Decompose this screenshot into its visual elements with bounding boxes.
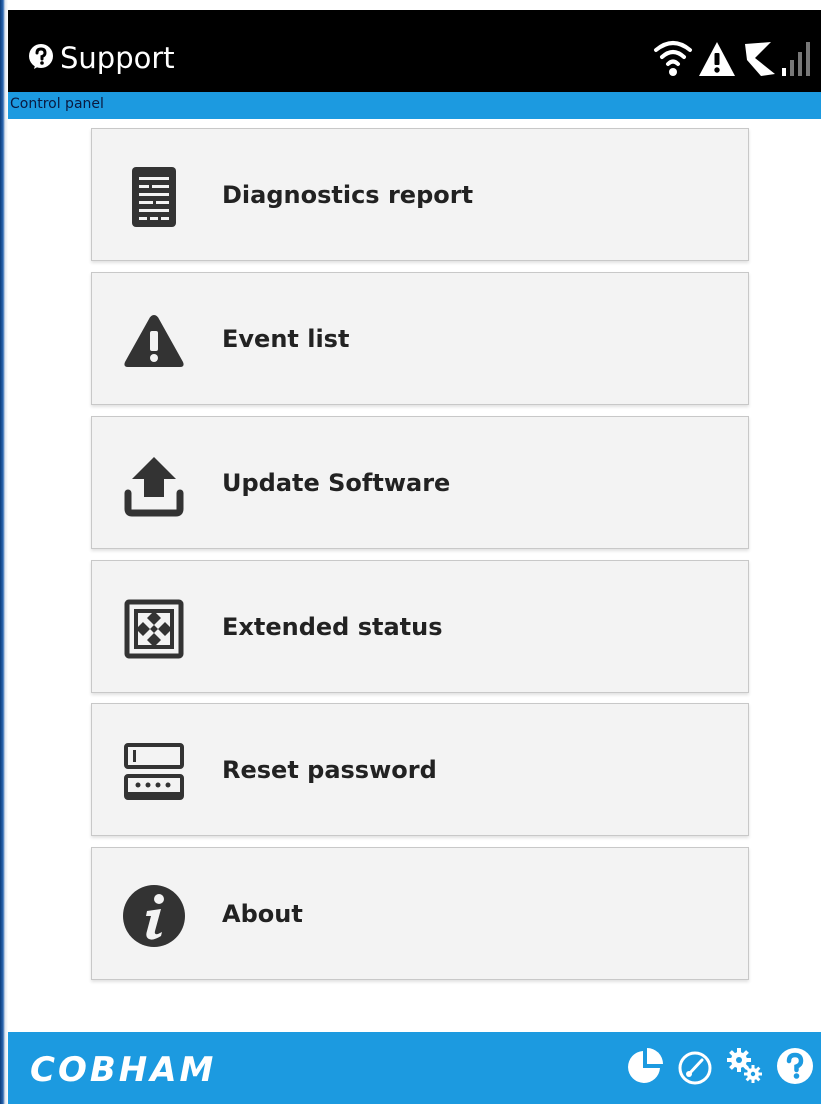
menu-item-label: Extended status: [222, 612, 443, 641]
menu-item-label: Diagnostics report: [222, 180, 474, 209]
breadcrumb-bar: Control panel: [8, 92, 821, 119]
menu-item-update-software[interactable]: Update Software: [91, 416, 749, 549]
menu-item-extended-status[interactable]: Extended status: [91, 560, 749, 693]
dashboard-pie-icon[interactable]: [625, 1046, 665, 1090]
signal-strength-icon: [781, 38, 811, 82]
upload-icon: [122, 453, 186, 517]
menu-item-label: Update Software: [222, 468, 451, 497]
menu-item-event-list[interactable]: Event list: [91, 272, 749, 405]
wifi-icon: [653, 36, 693, 82]
settings-gears-icon[interactable]: [725, 1046, 765, 1090]
window-left-edge: [0, 0, 8, 1104]
menu-item-label: Reset password: [222, 755, 437, 784]
password-field-icon: [122, 740, 186, 804]
breadcrumb: Control panel: [10, 96, 104, 112]
top-header: Support: [8, 10, 821, 92]
menu-item-diagnostics-report[interactable]: Diagnostics report: [91, 128, 749, 261]
warning-triangle-icon: [122, 309, 186, 373]
status-icons: [653, 40, 811, 82]
warning-icon: [697, 40, 737, 82]
footer-bar: COBHAM: [8, 1032, 821, 1104]
info-icon: [122, 884, 186, 948]
speedometer-icon[interactable]: [675, 1046, 715, 1090]
page-title: Support: [26, 42, 175, 74]
menu-item-about[interactable]: About: [91, 847, 749, 980]
page-title-text: Support: [60, 41, 175, 75]
help-icon[interactable]: [775, 1046, 815, 1090]
menu-item-label: About: [222, 899, 303, 928]
document-report-icon: [122, 165, 186, 229]
expand-arrows-icon: [122, 597, 186, 661]
question-circle-icon: [29, 44, 53, 69]
menu-item-label: Event list: [222, 324, 350, 353]
menu-item-reset-password[interactable]: Reset password: [91, 703, 749, 836]
satellite-pointing-icon: [741, 38, 777, 82]
brand-logo: COBHAM: [30, 1050, 217, 1090]
footer-nav: [625, 1046, 815, 1090]
